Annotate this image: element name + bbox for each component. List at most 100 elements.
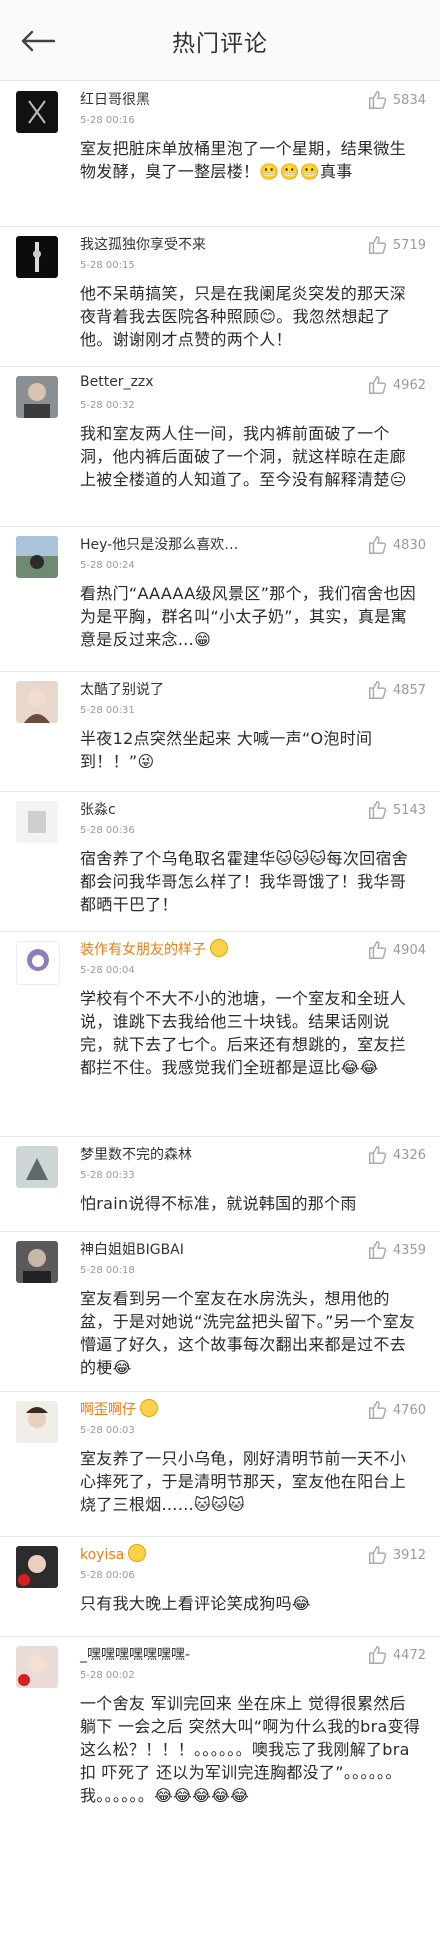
avatar[interactable] xyxy=(16,1241,58,1283)
thumbs-up-icon xyxy=(368,1241,387,1259)
username[interactable]: _嘿嘿嘿嘿嘿嘿嘿- xyxy=(80,1644,190,1664)
like-count: 5143 xyxy=(392,802,426,818)
member-badge-icon xyxy=(210,939,228,957)
timestamp: 5-28 00:33 xyxy=(80,1170,135,1181)
comment-item: Better_zzx 5-28 00:32 4962 我和室友两人住一间，我内裤… xyxy=(0,366,440,527)
timestamp: 5-28 00:31 xyxy=(80,705,135,716)
like-button[interactable]: 5719 xyxy=(367,234,426,256)
timestamp: 5-28 00:24 xyxy=(80,560,135,571)
like-count: 4904 xyxy=(392,942,426,958)
comment-item: 装作有女朋友的样子 5-28 00:04 4904 学校有个不大不小的池塘，一个… xyxy=(0,931,440,1137)
avatar[interactable] xyxy=(16,1401,58,1443)
avatar[interactable] xyxy=(16,801,58,843)
avatar[interactable] xyxy=(16,681,58,723)
thumbs-up-icon xyxy=(368,91,387,109)
comment-text: 怕rain说得不标准，就说韩国的那个雨 xyxy=(80,1194,357,1213)
like-count: 4857 xyxy=(392,682,426,698)
like-button[interactable]: 4359 xyxy=(367,1239,426,1261)
comment-item: koyisa 5-28 00:06 3912 只有我大晚上看评论笑成狗吗😂 xyxy=(0,1536,440,1637)
timestamp: 5-28 00:32 xyxy=(80,400,135,411)
username-text: 装作有女朋友的样子 xyxy=(80,942,206,958)
like-count: 5719 xyxy=(392,237,426,253)
like-count: 4359 xyxy=(392,1242,426,1258)
like-count: 3912 xyxy=(392,1547,426,1563)
username[interactable]: 太酷了别说了 xyxy=(80,679,164,699)
member-badge-icon xyxy=(128,1544,147,1562)
timestamp: 5-28 00:02 xyxy=(80,1670,135,1681)
member-badge-icon xyxy=(140,1399,158,1417)
avatar[interactable] xyxy=(16,536,58,578)
comment-item: Hey-他只是没那么喜欢… 5-28 00:24 4830 看热门“AAAAA级… xyxy=(0,526,440,672)
username[interactable]: 张淼c xyxy=(80,799,116,819)
like-button[interactable]: 4904 xyxy=(367,939,426,961)
avatar[interactable] xyxy=(16,1546,58,1588)
username[interactable]: 梦里数不完的森林 xyxy=(80,1144,192,1164)
like-button[interactable]: 4857 xyxy=(367,679,426,701)
comment-item: _嘿嘿嘿嘿嘿嘿嘿- 5-28 00:02 4472 一个舍友 军训完回来 坐在床… xyxy=(0,1636,440,1940)
comment-text: 看热门“AAAAA级风景区”那个，我们宿舍也因为是平胸，群名叫“小太子奶”，其实… xyxy=(80,584,416,649)
timestamp: 5-28 00:06 xyxy=(80,1570,135,1581)
like-count: 4760 xyxy=(392,1402,426,1418)
timestamp: 5-28 00:36 xyxy=(80,825,135,836)
top-bar: 热门评论 xyxy=(0,0,440,81)
username[interactable]: Hey-他只是没那么喜欢… xyxy=(80,534,238,554)
thumbs-up-icon xyxy=(368,376,387,394)
avatar[interactable] xyxy=(16,91,58,133)
timestamp: 5-28 00:18 xyxy=(80,1265,135,1276)
comment-text: 宿舍养了个乌龟取名霍建华🐱🐱🐱每次回宿舍都会问我华哥怎么样了！我华哥饿了！我华哥… xyxy=(80,849,409,914)
like-count: 5834 xyxy=(392,92,426,108)
thumbs-up-icon xyxy=(368,536,387,554)
username[interactable]: 装作有女朋友的样子 xyxy=(80,939,228,959)
comment-text: 室友养了一只小乌龟，刚好清明节前一天不小心摔死了，于是清明节那天，室友他在阳台上… xyxy=(80,1449,407,1514)
username[interactable]: 啊歪啊仔 xyxy=(80,1399,158,1419)
username-text: 啊歪啊仔 xyxy=(80,1402,136,1418)
thumbs-up-icon xyxy=(368,236,387,254)
comment-item: 梦里数不完的森林 5-28 00:33 4326 怕rain说得不标准，就说韩国… xyxy=(0,1136,440,1232)
username[interactable]: 我这孤独你享受不来 xyxy=(80,234,206,254)
avatar[interactable] xyxy=(16,1646,58,1688)
avatar[interactable] xyxy=(16,1146,58,1188)
timestamp: 5-28 00:16 xyxy=(80,115,135,126)
comment-text: 他不呆萌搞笑，只是在我阑尾炎突发的那天深夜背着我去医院各种照顾😊。我忽然想起了他… xyxy=(80,284,407,349)
comment-text: 只有我大晚上看评论笑成狗吗😂 xyxy=(80,1594,311,1613)
avatar[interactable] xyxy=(16,376,58,418)
like-button[interactable]: 4830 xyxy=(367,534,426,556)
thumbs-up-icon xyxy=(368,941,387,959)
like-button[interactable]: 4760 xyxy=(367,1399,426,1421)
avatar[interactable] xyxy=(16,941,60,985)
like-button[interactable]: 4472 xyxy=(367,1644,426,1666)
like-button[interactable]: 4962 xyxy=(367,374,426,396)
comment-item: 啊歪啊仔 5-28 00:03 4760 室友养了一只小乌龟，刚好清明节前一天不… xyxy=(0,1391,440,1537)
like-count: 4326 xyxy=(392,1147,426,1163)
comment-item: 红日哥很黑 5-28 00:16 5834 室友把脏床单放桶里泡了一个星期，结果… xyxy=(0,81,440,227)
comment-item: 我这孤独你享受不来 5-28 00:15 5719 他不呆萌搞笑，只是在我阑尾炎… xyxy=(0,226,440,367)
thumbs-up-icon xyxy=(368,1146,387,1164)
thumbs-up-icon xyxy=(368,801,387,819)
like-count: 4962 xyxy=(392,377,426,393)
thumbs-up-icon xyxy=(368,1646,387,1664)
like-button[interactable]: 4326 xyxy=(367,1144,426,1166)
comment-text: 室友把脏床单放桶里泡了一个星期，结果微生物发酵，臭了一整层楼！😬😬😬真事 xyxy=(80,139,407,181)
timestamp: 5-28 00:04 xyxy=(80,965,135,976)
like-button[interactable]: 5143 xyxy=(367,799,426,821)
thumbs-up-icon xyxy=(368,1401,387,1419)
like-button[interactable]: 3912 xyxy=(367,1544,426,1566)
comment-text: 一个舍友 军训完回来 坐在床上 觉得很累然后躺下 一会之后 突然大叫“啊为什么我… xyxy=(80,1694,421,1805)
username-text: koyisa xyxy=(80,1547,125,1563)
like-button[interactable]: 5834 xyxy=(367,89,426,111)
comment-text: 我和室友两人住一间，我内裤前面破了一个洞，他内裤后面破了一个洞，就这样晾在走廊上… xyxy=(80,424,407,489)
timestamp: 5-28 00:03 xyxy=(80,1425,135,1436)
timestamp: 5-28 00:15 xyxy=(80,260,135,271)
page-title: 热门评论 xyxy=(172,31,268,57)
username[interactable]: koyisa xyxy=(80,1544,147,1563)
username[interactable]: 红日哥很黑 xyxy=(80,89,150,109)
thumbs-up-icon xyxy=(368,681,387,699)
username[interactable]: Better_zzx xyxy=(80,374,154,390)
username[interactable]: 神白姐姐BIGBAI xyxy=(80,1239,184,1259)
avatar[interactable] xyxy=(16,236,58,278)
comment-item: 神白姐姐BIGBAI 5-28 00:18 4359 室友看到另一个室友在水房洗… xyxy=(0,1231,440,1392)
comment-text: 学校有个不大不小的池塘，一个室友和全班人说，谁跳下去我给他三十块钱。结果话刚说完… xyxy=(80,989,407,1077)
comment-text: 半夜12点突然坐起来 大喊一声“O泡时间到！！”😜 xyxy=(80,729,373,771)
like-count: 4472 xyxy=(392,1647,426,1663)
like-count: 4830 xyxy=(392,537,426,553)
